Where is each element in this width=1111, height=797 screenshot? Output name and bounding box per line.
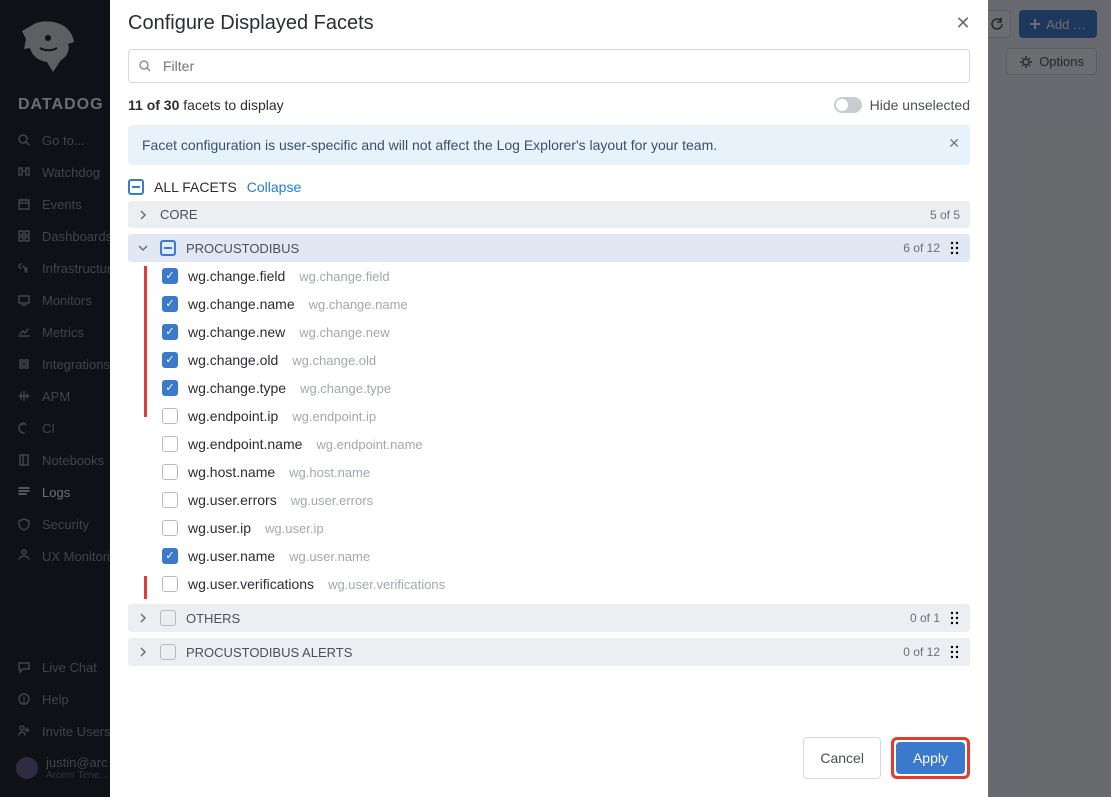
chevron-icon	[138, 613, 150, 623]
facet-group-header[interactable]: OTHERS 0 of 1	[128, 604, 970, 632]
configure-facets-modal: Configure Displayed Facets ✕ 11 of 30 fa…	[110, 0, 988, 797]
facet-group-header[interactable]: PROCUSTODIBUS 6 of 12	[128, 234, 970, 262]
dismiss-icon[interactable]: ✕	[948, 135, 960, 152]
facet-name: wg.endpoint.ip	[188, 408, 278, 424]
chevron-icon	[138, 647, 150, 657]
facet-path: wg.user.verifications	[328, 577, 445, 592]
facet-row[interactable]: wg.endpoint.name wg.endpoint.name	[128, 430, 970, 458]
facet-checkbox[interactable]	[162, 408, 178, 424]
facet-name: wg.change.type	[188, 380, 286, 396]
facet-checkbox[interactable]	[162, 520, 178, 536]
facet-path: wg.host.name	[289, 465, 370, 480]
facet-group-header[interactable]: CORE 5 of 5	[128, 201, 970, 228]
facet-checkbox[interactable]	[162, 296, 178, 312]
facet-path: wg.change.old	[292, 353, 376, 368]
group-checkbox[interactable]	[160, 610, 176, 626]
facet-checkbox[interactable]	[162, 492, 178, 508]
drag-handle-icon[interactable]	[950, 241, 960, 255]
group-checkbox[interactable]	[160, 644, 176, 660]
facet-name: wg.change.field	[188, 268, 285, 284]
group-count: 0 of 12	[903, 645, 940, 659]
group-name: PROCUSTODIBUS ALERTS	[186, 645, 352, 660]
facet-name: wg.user.name	[188, 548, 275, 564]
chevron-icon	[138, 210, 150, 220]
facet-name: wg.user.ip	[188, 520, 251, 536]
facet-name: wg.endpoint.name	[188, 436, 302, 452]
facet-checkbox[interactable]	[162, 464, 178, 480]
facet-checkbox[interactable]	[162, 576, 178, 592]
facet-path: wg.user.name	[289, 549, 370, 564]
facet-count-text: 11 of 30 facets to display	[128, 97, 284, 113]
facet-path: wg.change.field	[299, 269, 389, 284]
facet-path: wg.user.ip	[265, 521, 324, 536]
group-name: CORE	[160, 207, 198, 222]
drag-handle-icon[interactable]	[950, 645, 960, 659]
search-icon	[138, 59, 152, 73]
group-checkbox-indeterminate[interactable]	[160, 240, 176, 256]
facet-row[interactable]: wg.endpoint.ip wg.endpoint.ip	[128, 402, 970, 430]
facet-path: wg.user.errors	[291, 493, 373, 508]
modal-title: Configure Displayed Facets	[128, 12, 970, 35]
hide-unselected-toggle[interactable]: Hide unselected	[834, 97, 970, 113]
facet-list: wg.change.field wg.change.field wg.chang…	[128, 262, 970, 598]
group-name: OTHERS	[186, 611, 240, 626]
toggle-switch[interactable]	[834, 97, 862, 113]
facet-name: wg.host.name	[188, 464, 275, 480]
group-count: 5 of 5	[930, 208, 960, 222]
cancel-button[interactable]: Cancel	[803, 737, 881, 779]
group-name: PROCUSTODIBUS	[186, 241, 299, 256]
chevron-icon	[138, 243, 150, 253]
facet-row[interactable]: wg.user.errors wg.user.errors	[128, 486, 970, 514]
facet-checkbox[interactable]	[162, 436, 178, 452]
facet-checkbox[interactable]	[162, 380, 178, 396]
facet-name: wg.user.verifications	[188, 576, 314, 592]
facet-checkbox[interactable]	[162, 352, 178, 368]
facet-path: wg.change.name	[309, 297, 408, 312]
facet-row[interactable]: wg.change.field wg.change.field	[128, 262, 970, 290]
facet-path: wg.endpoint.name	[316, 437, 422, 452]
facet-name: wg.change.new	[188, 324, 285, 340]
facet-checkbox[interactable]	[162, 268, 178, 284]
toggle-label: Hide unselected	[870, 97, 970, 113]
facet-name: wg.change.name	[188, 296, 295, 312]
facet-name: wg.change.old	[188, 352, 278, 368]
close-icon[interactable]: ✕	[952, 12, 974, 34]
facet-row[interactable]: wg.change.type wg.change.type	[128, 374, 970, 402]
group-count: 0 of 1	[910, 611, 940, 625]
facet-path: wg.endpoint.ip	[292, 409, 376, 424]
drag-handle-icon[interactable]	[950, 611, 960, 625]
all-facets-label: ALL FACETS	[154, 179, 237, 195]
facet-row[interactable]: wg.user.name wg.user.name	[128, 542, 970, 570]
filter-input[interactable]	[128, 49, 970, 83]
facet-name: wg.user.errors	[188, 492, 277, 508]
facet-path: wg.change.type	[300, 381, 391, 396]
facet-row[interactable]: wg.user.verifications wg.user.verificati…	[128, 570, 970, 598]
facet-row[interactable]: wg.user.ip wg.user.ip	[128, 514, 970, 542]
facet-path: wg.change.new	[299, 325, 389, 340]
facet-group-header[interactable]: PROCUSTODIBUS ALERTS 0 of 12	[128, 638, 970, 666]
group-count: 6 of 12	[903, 241, 940, 255]
apply-button[interactable]: Apply	[896, 742, 965, 774]
facet-row[interactable]: wg.change.new wg.change.new	[128, 318, 970, 346]
facet-row[interactable]: wg.change.name wg.change.name	[128, 290, 970, 318]
facet-checkbox[interactable]	[162, 548, 178, 564]
info-text: Facet configuration is user-specific and…	[142, 137, 717, 153]
apply-highlight: Apply	[891, 737, 970, 779]
all-facets-checkbox-indeterminate[interactable]	[128, 179, 144, 195]
collapse-link[interactable]: Collapse	[247, 179, 301, 195]
info-banner: Facet configuration is user-specific and…	[128, 125, 970, 165]
facet-checkbox[interactable]	[162, 324, 178, 340]
facet-row[interactable]: wg.change.old wg.change.old	[128, 346, 970, 374]
facet-row[interactable]: wg.host.name wg.host.name	[128, 458, 970, 486]
